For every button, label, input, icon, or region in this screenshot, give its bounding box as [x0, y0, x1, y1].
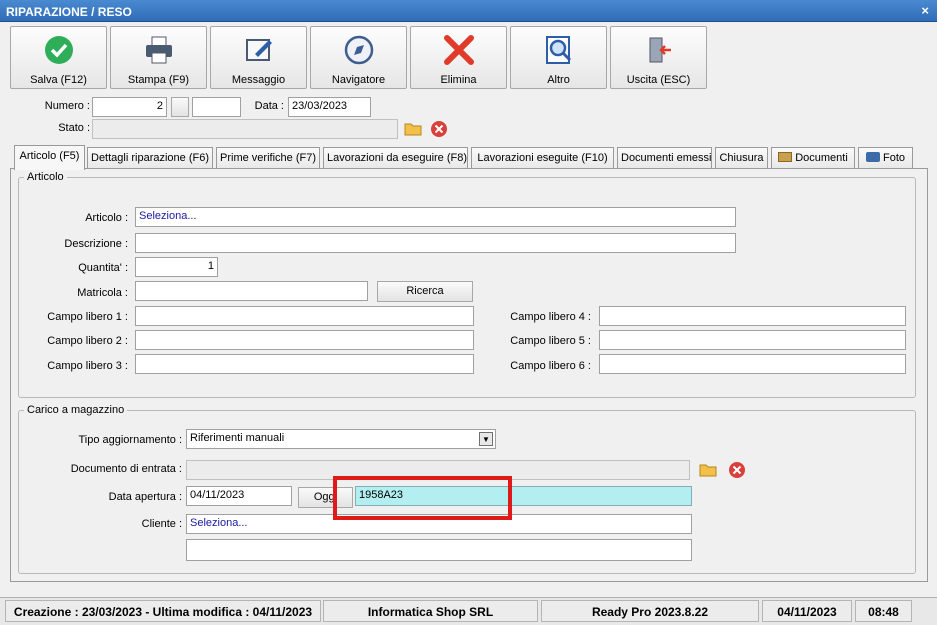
tab-foto[interactable]: Foto: [858, 147, 913, 169]
numero-picker-button[interactable]: [171, 97, 189, 117]
matricola-field[interactable]: [135, 281, 368, 301]
folder-icon[interactable]: [698, 460, 718, 480]
tab-prime-verifiche[interactable]: Prime verifiche (F7): [216, 147, 320, 169]
articolo-field[interactable]: Seleziona...: [135, 207, 736, 227]
exit-button[interactable]: Uscita (ESC): [610, 26, 707, 89]
compass-icon: [311, 34, 406, 66]
data-apertura-field[interactable]: 04/11/2023: [186, 486, 292, 506]
carico-group-title: Carico a magazzino: [24, 404, 128, 416]
status-time: 08:48: [855, 600, 912, 622]
campo-libero-5-label: Campo libero 5 :: [510, 335, 591, 347]
tab-documenti-emessi[interactable]: Documenti emessi: [617, 147, 712, 169]
more-button[interactable]: Altro: [510, 26, 607, 89]
tab-documenti-label: Documenti: [795, 152, 848, 164]
folder-icon: [778, 152, 793, 162]
tab-dettagli-riparazione[interactable]: Dettagli riparazione (F6): [87, 147, 213, 169]
quantita-label: Quantita' :: [78, 262, 128, 274]
documento-entrata-label: Documento di entrata :: [70, 463, 182, 475]
campo-libero-5-field[interactable]: [599, 330, 906, 350]
campo-libero-3-label: Campo libero 3 :: [47, 360, 128, 372]
clear-icon[interactable]: [727, 460, 747, 480]
search-document-icon: [511, 34, 606, 66]
printer-icon: [111, 34, 206, 66]
delete-button[interactable]: Elimina: [410, 26, 507, 89]
more-label: Altro: [547, 74, 570, 86]
tipo-aggiornamento-value: Riferimenti manuali: [190, 432, 285, 444]
numero-suffix-field[interactable]: [192, 97, 241, 117]
campo-libero-4-label: Campo libero 4 :: [510, 311, 591, 323]
clear-icon[interactable]: [429, 119, 449, 139]
cliente-label: Cliente :: [141, 518, 182, 530]
quantita-field[interactable]: 1: [135, 257, 218, 277]
status-version: Ready Pro 2023.8.22: [541, 600, 759, 622]
articolo-group-title: Articolo: [24, 171, 67, 183]
tab-lavorazioni-da-eseguire[interactable]: Lavorazioni da eseguire (F8): [323, 147, 468, 169]
campo-libero-6-field[interactable]: [599, 354, 906, 374]
navigator-button[interactable]: Navigatore: [310, 26, 407, 89]
tab-chiusura[interactable]: Chiusura: [715, 147, 768, 169]
ricerca-button[interactable]: Ricerca: [377, 281, 473, 302]
window-title: RIPARAZIONE / RESO: [6, 5, 132, 19]
check-circle-icon: [11, 34, 106, 66]
camera-icon: [865, 152, 880, 162]
data-field[interactable]: 23/03/2023: [288, 97, 371, 117]
data-apertura-label: Data apertura :: [108, 491, 182, 503]
print-label: Stampa (F9): [127, 74, 190, 86]
status-company: Informatica Shop SRL: [323, 600, 538, 622]
matricola-label: Matricola :: [77, 287, 128, 299]
chevron-down-icon[interactable]: ▼: [479, 432, 493, 446]
save-button[interactable]: Salva (F12): [10, 26, 107, 89]
status-bar: Creazione : 23/03/2023 - Ultima modifica…: [0, 597, 937, 625]
close-icon[interactable]: ×: [921, 3, 929, 18]
status-date: 04/11/2023: [762, 600, 852, 622]
tab-documenti[interactable]: Documenti: [771, 147, 855, 169]
tipo-aggiornamento-select[interactable]: Riferimenti manuali ▼: [186, 429, 496, 449]
message-edit-icon: [211, 34, 306, 66]
save-label: Salva (F12): [30, 74, 87, 86]
campo-libero-1-label: Campo libero 1 :: [47, 311, 128, 323]
folder-icon[interactable]: [403, 119, 423, 139]
campo-libero-2-field[interactable]: [135, 330, 474, 350]
campo-libero-4-field[interactable]: [599, 306, 906, 326]
descrizione-label: Descrizione :: [64, 238, 128, 250]
data-label: Data :: [254, 100, 284, 112]
message-label: Messaggio: [231, 74, 286, 86]
tipo-aggiornamento-label: Tipo aggiornamento :: [78, 434, 182, 446]
message-button[interactable]: Messaggio: [210, 26, 307, 89]
window-titlebar: RIPARAZIONE / RESO ×: [0, 0, 937, 22]
tab-lavorazioni-eseguite[interactable]: Lavorazioni eseguite (F10): [471, 147, 614, 169]
exit-label: Uscita (ESC): [626, 74, 691, 86]
tab-foto-label: Foto: [882, 152, 905, 164]
descrizione-field[interactable]: [135, 233, 736, 253]
tab-articolo[interactable]: Articolo (F5): [14, 145, 85, 170]
delete-label: Elimina: [440, 74, 477, 86]
stato-label: Stato :: [58, 122, 90, 134]
exit-door-icon: [611, 34, 706, 66]
articolo-label: Articolo :: [85, 212, 128, 224]
highlight-box: [333, 476, 512, 520]
numero-field[interactable]: 2: [92, 97, 167, 117]
status-dates: Creazione : 23/03/2023 - Ultima modifica…: [5, 600, 321, 622]
print-button[interactable]: Stampa (F9): [110, 26, 207, 89]
campo-libero-1-field[interactable]: [135, 306, 474, 326]
navigator-label: Navigatore: [331, 74, 386, 86]
campo-libero-6-label: Campo libero 6 :: [510, 360, 591, 372]
campo-libero-3-field[interactable]: [135, 354, 474, 374]
stato-field: [92, 119, 398, 139]
numero-label: Numero :: [44, 100, 90, 112]
campo-libero-2-label: Campo libero 2 :: [47, 335, 128, 347]
delete-x-icon: [411, 34, 506, 66]
cliente-detail-field[interactable]: [186, 539, 692, 561]
